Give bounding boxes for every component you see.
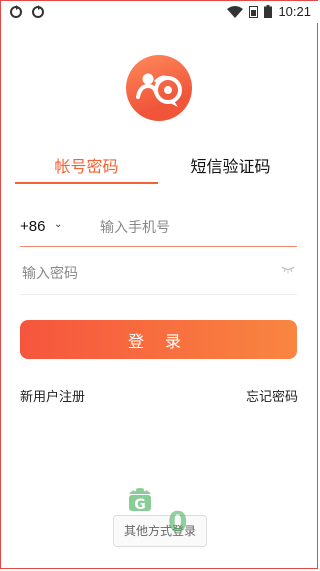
phone-input[interactable] <box>98 216 297 240</box>
watermark-text: 0 <box>168 505 190 538</box>
status-bar: 10:21 <box>1 1 319 23</box>
login-tabs: 帐号密码 短信验证码 <box>15 148 305 188</box>
status-time: 10:21 <box>278 4 311 19</box>
eye-closed-icon[interactable] <box>281 264 295 274</box>
forgot-password-link[interactable]: 忘记密码 <box>246 386 298 405</box>
refresh-icon <box>32 5 44 18</box>
password-input[interactable] <box>20 262 264 286</box>
refresh-icon <box>10 5 22 18</box>
register-link[interactable]: 新用户注册 <box>20 386 85 405</box>
android-icon: G <box>129 488 151 513</box>
login-button[interactable]: 登 录 <box>20 320 297 359</box>
tab-active-indicator <box>15 182 158 184</box>
app-logo <box>126 55 192 121</box>
chevron-down-icon[interactable]: ⌄ <box>54 219 62 230</box>
phone-row: +86 ⌄ <box>20 210 297 247</box>
status-left <box>9 5 45 19</box>
status-right: 10:21 <box>227 4 311 19</box>
country-code-selector[interactable]: +86 <box>20 218 45 235</box>
tab-account-password[interactable]: 帐号密码 <box>15 148 158 186</box>
sim-icon <box>249 5 259 18</box>
tab-sms-code[interactable]: 短信验证码 <box>158 148 303 186</box>
password-row <box>20 256 297 295</box>
wifi-icon <box>227 5 244 18</box>
chat-people-icon <box>136 73 182 107</box>
svg-text:G: G <box>134 497 146 513</box>
other-login-button[interactable]: 其他方式登录 <box>113 515 207 547</box>
battery-icon <box>264 5 273 18</box>
